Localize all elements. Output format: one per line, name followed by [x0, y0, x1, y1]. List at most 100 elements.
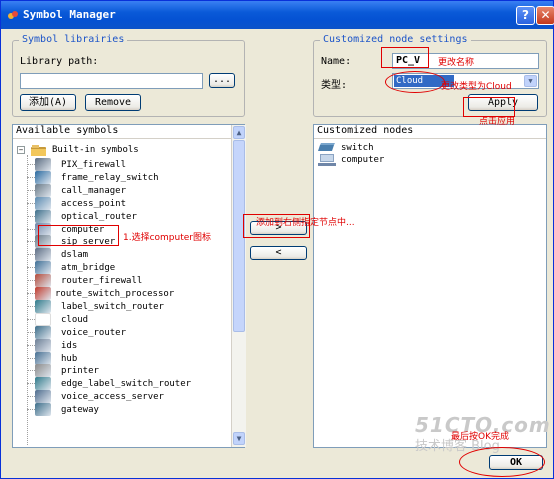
printer-icon — [35, 364, 51, 378]
tree-connector — [27, 396, 35, 398]
scroll-down-icon[interactable]: ▼ — [233, 432, 245, 445]
tree-item-label: optical_router — [61, 211, 137, 222]
tree-item-frame-relay-switch[interactable]: frame_relay_switch — [27, 170, 225, 185]
tree-item-label: access_point — [61, 198, 127, 209]
tree-item-voice-router[interactable]: voice_router — [27, 325, 225, 340]
tree-item-atm-bridge[interactable]: atm_bridge — [27, 261, 225, 275]
tree-item-ids[interactable]: ids — [27, 338, 225, 353]
tree-item-label: edge_label_switch_router — [61, 379, 192, 390]
tree-item-dslam[interactable]: dslam — [27, 248, 225, 262]
access-point-icon — [35, 196, 51, 210]
tree-item-voice-access-server[interactable]: voice_access_server — [27, 390, 225, 404]
customized-node-settings-title: Customized node settings — [320, 34, 471, 45]
tree-connector — [27, 241, 35, 243]
firewall-icon — [35, 158, 51, 171]
tree-item-access-point[interactable]: access_point — [27, 196, 225, 211]
customized-node-label: computer — [341, 155, 385, 165]
computer-highlight-box — [38, 225, 119, 246]
tree-item-label: atm_bridge — [61, 263, 116, 274]
router-icon — [35, 209, 51, 223]
server-icon — [35, 183, 51, 197]
ok-annotation: 最后按OK完成 — [451, 432, 509, 442]
library-path-input[interactable] — [20, 73, 203, 89]
tree-connector — [27, 305, 35, 307]
tree-item-label: router_firewall — [61, 276, 143, 287]
tree-connector — [27, 293, 35, 294]
available-symbols-header: Available symbols — [13, 125, 244, 139]
scroll-up-icon[interactable]: ▲ — [233, 126, 245, 139]
computer-icon — [318, 154, 336, 166]
tree-connector — [27, 254, 35, 256]
tree-connector — [27, 228, 35, 230]
tree-connector — [27, 331, 35, 333]
tree-item-PIX-firewall[interactable]: PIX_firewall — [27, 158, 225, 172]
switch-icon — [35, 170, 51, 184]
tree-item-label: frame_relay_switch — [61, 172, 159, 183]
router-icon — [35, 325, 51, 339]
close-button[interactable]: ✕ — [536, 6, 554, 25]
tree-item-route-switch-processor[interactable]: route_switch_processor — [27, 287, 225, 301]
tree-connector — [27, 409, 35, 411]
tree-item-edge-label-switch-router[interactable]: edge_label_switch_router — [27, 377, 225, 391]
hub-icon — [35, 351, 51, 365]
customized-node-computer[interactable]: computer — [318, 153, 518, 167]
folder-icon — [31, 145, 46, 156]
apply-annotation: 点击应用 — [479, 117, 516, 127]
tree-item-label: call_manager — [61, 185, 127, 196]
tree-connector — [27, 344, 35, 346]
tree-spine — [27, 155, 28, 445]
browse-button[interactable]: ... — [209, 73, 235, 88]
router-icon — [35, 377, 51, 391]
available-symbols-scrollbar[interactable]: ▲ ▼ — [231, 125, 246, 447]
tree-item-call-manager[interactable]: call_manager — [27, 183, 225, 198]
tree-item-cloud[interactable]: cloud — [27, 312, 225, 327]
tree-item-label: cloud — [61, 314, 89, 325]
add-library-button[interactable]: 添加(A) — [20, 94, 76, 111]
tree-item-printer[interactable]: printer — [27, 364, 225, 378]
chevron-down-icon[interactable]: ▼ — [524, 75, 537, 87]
tree-connector — [27, 215, 35, 217]
tree-item-router-firewall[interactable]: router_firewall — [27, 274, 225, 288]
tree-connector — [27, 383, 35, 385]
symbol-libraries-title: Symbol librairies — [19, 34, 128, 45]
tree-connector — [27, 164, 35, 165]
tree-item-gateway[interactable]: gateway — [27, 403, 225, 417]
symbol-manager-window: Symbol Manager ? ✕ Symbol librairies Lib… — [0, 0, 554, 479]
tree-item-label: ids — [61, 340, 78, 351]
select-annotation: 1.选择computer图标 — [123, 233, 211, 243]
ids-icon — [35, 338, 51, 352]
name-annotation: 更改名称 — [438, 58, 475, 68]
tree-root-label: Built-in symbols — [52, 145, 139, 155]
help-button[interactable]: ? — [516, 6, 535, 25]
name-label: Name: — [321, 56, 352, 67]
tree-item-label: printer — [61, 366, 99, 377]
processor-icon — [35, 287, 51, 300]
type-label: 类型: — [321, 80, 348, 91]
tree-root-built-in-symbols[interactable]: − Built-in symbols — [17, 143, 217, 157]
ok-highlight-ellipse — [459, 447, 545, 477]
tree-item-label: label_switch_router — [61, 301, 164, 312]
tree-item-label: voice_access_server — [61, 392, 164, 403]
tree-item-label: hub — [61, 353, 78, 364]
tree-item-label: gateway — [61, 405, 99, 416]
tree-item-hub[interactable]: hub — [27, 351, 225, 366]
tree-item-label: PIX_firewall — [61, 160, 127, 170]
server-icon — [35, 390, 51, 404]
remove-from-customized-button[interactable]: < — [250, 246, 307, 260]
tree-item-label: dslam — [61, 250, 89, 261]
cloud-icon — [35, 312, 51, 326]
available-symbols-panel: Available symbols − Built-in symbols PIX… — [12, 124, 246, 448]
tree-connector — [27, 189, 35, 191]
type-annotation: 更改类型为Cloud — [441, 82, 512, 92]
customized-nodes-panel: Customized nodes switch computer — [313, 124, 547, 448]
tree-connector — [27, 176, 35, 178]
collapse-toggle-icon[interactable]: − — [17, 146, 25, 154]
window-title: Symbol Manager — [23, 8, 116, 21]
tree-item-optical-router[interactable]: optical_router — [27, 209, 225, 224]
tree-item-label-switch-router[interactable]: label_switch_router — [27, 299, 225, 314]
remove-library-button[interactable]: Remove — [85, 94, 141, 111]
tree-connector — [27, 267, 35, 269]
tree-connector — [27, 357, 35, 359]
title-bar[interactable]: Symbol Manager ? ✕ — [1, 1, 554, 29]
tree-connector — [27, 318, 35, 320]
